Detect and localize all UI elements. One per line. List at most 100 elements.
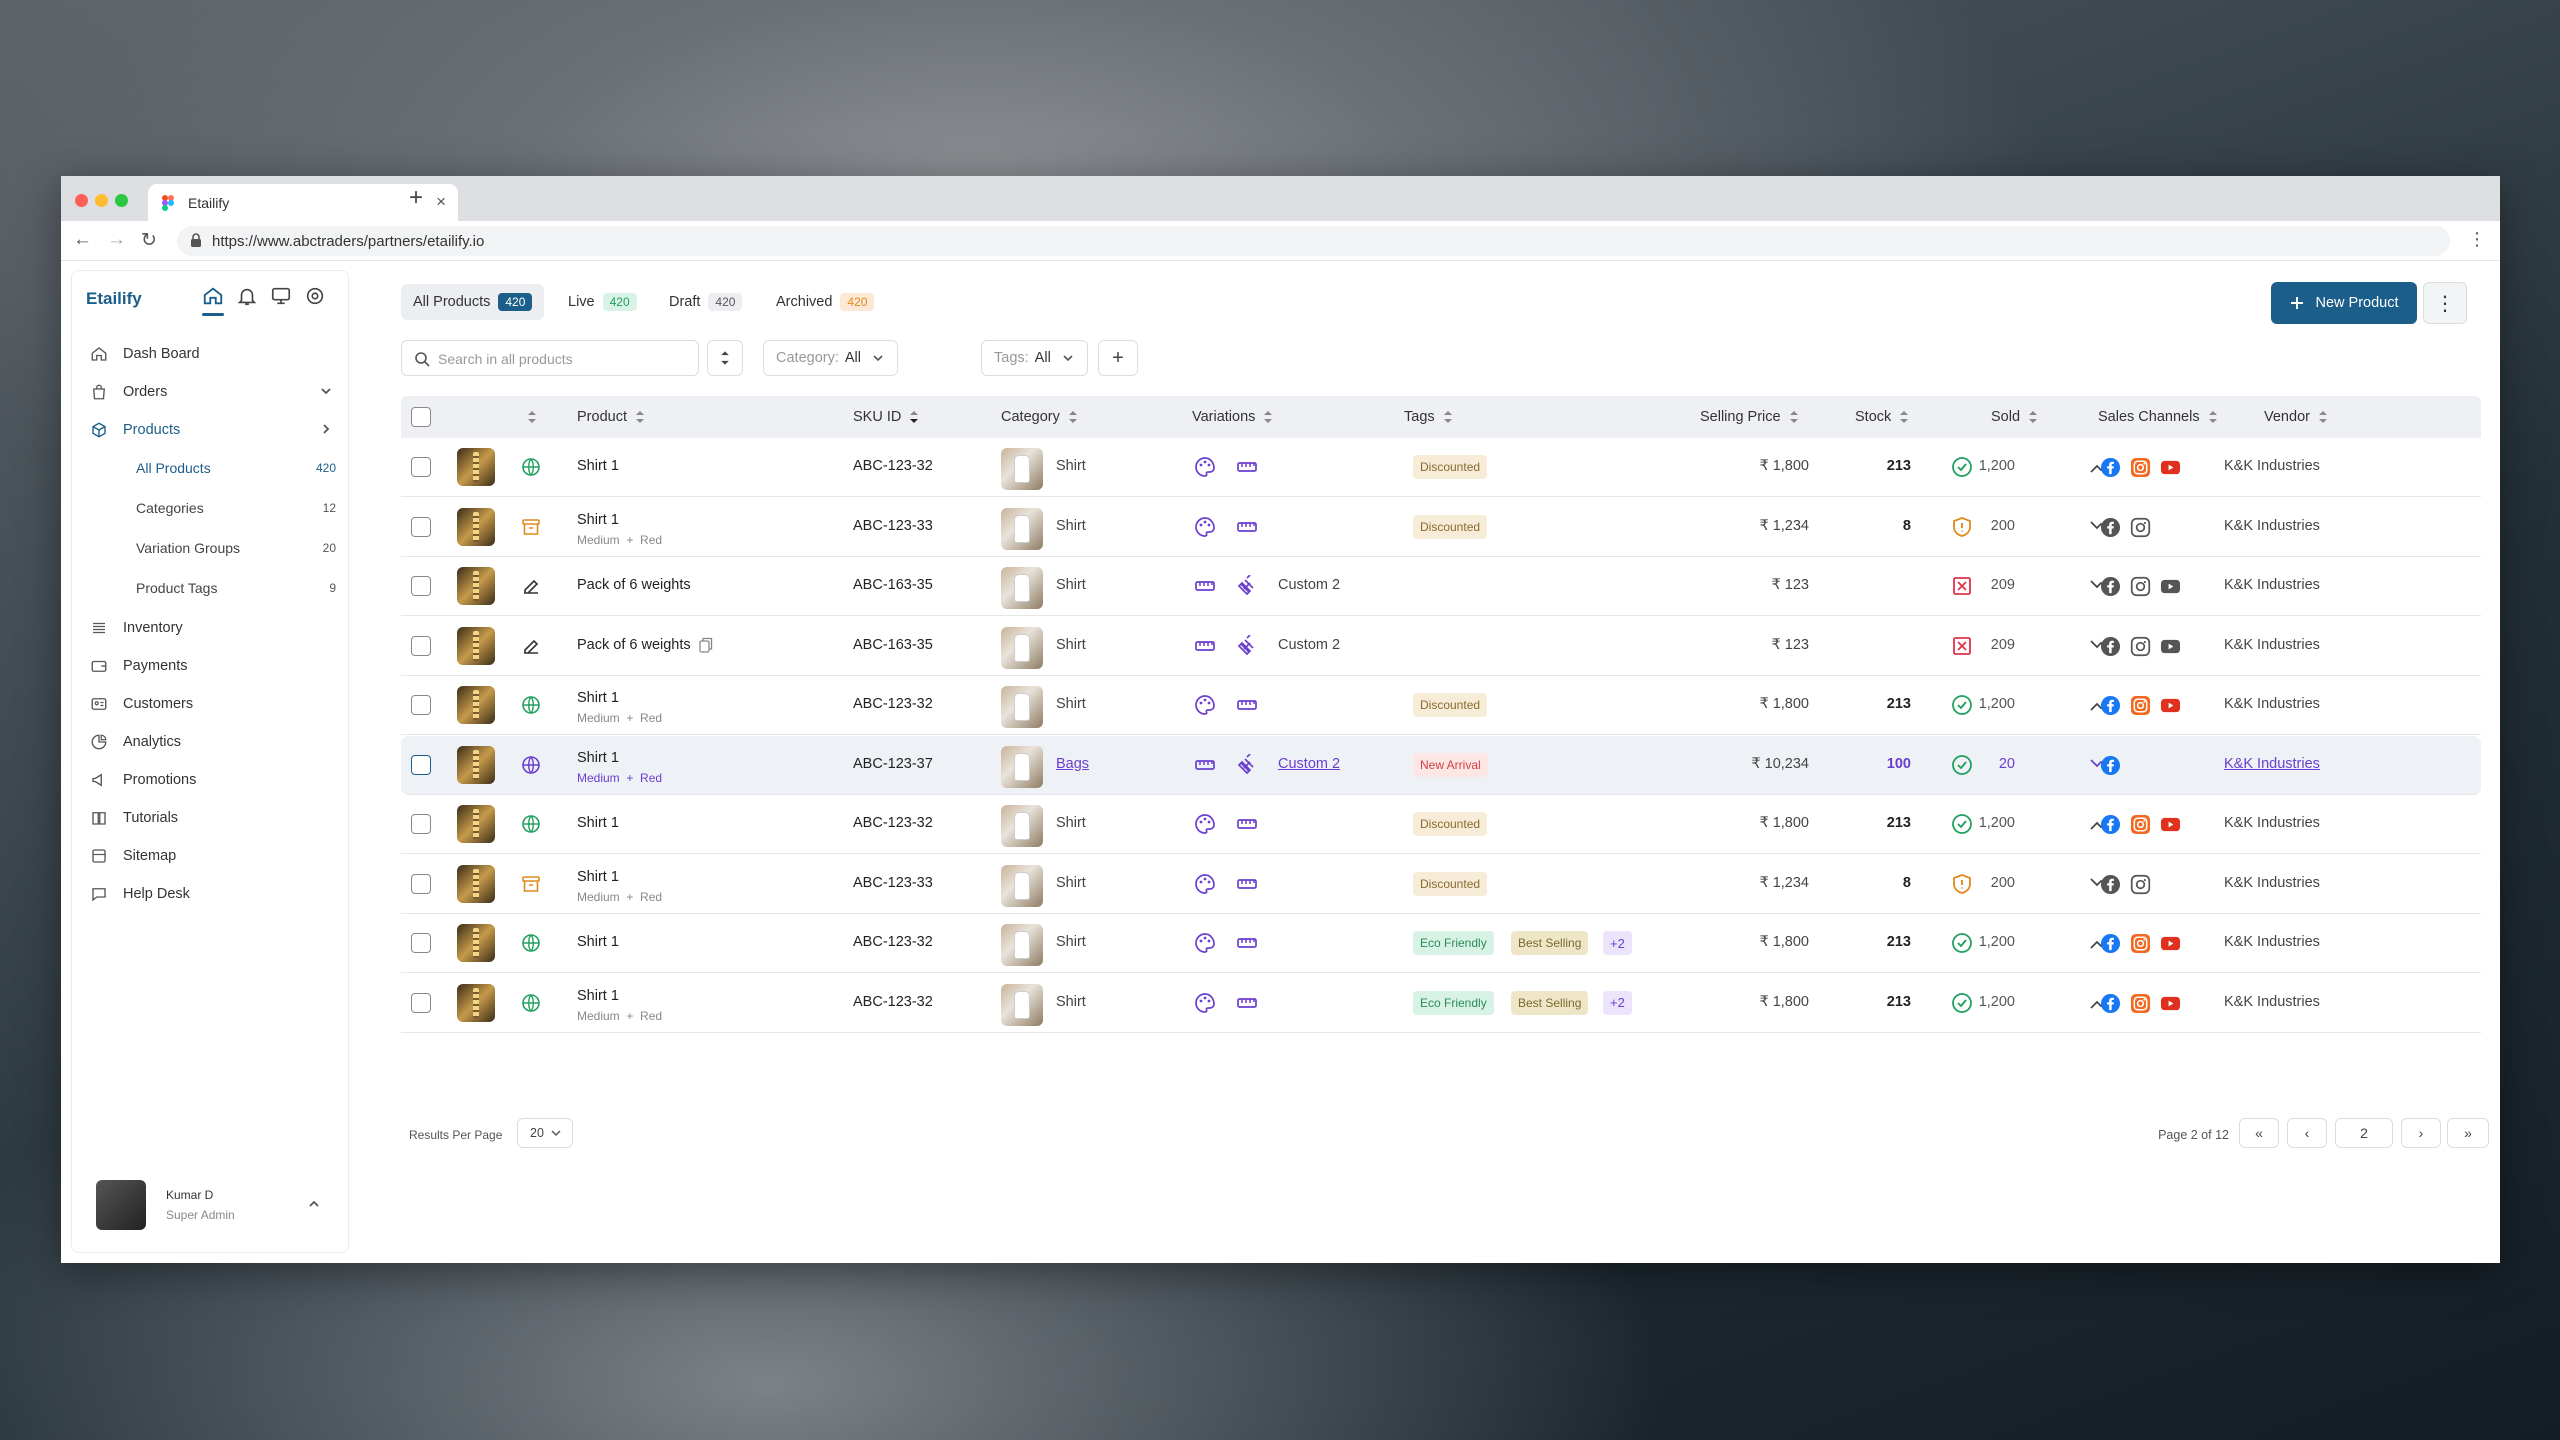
next-page-button[interactable]: › — [2401, 1118, 2441, 1148]
row-checkbox[interactable] — [411, 457, 431, 477]
maximize-window-icon[interactable] — [115, 194, 128, 207]
sidebar-item-customers[interactable]: Customers — [90, 689, 334, 719]
table-row[interactable]: Shirt 1 Medium + Red ABC-123-32 Shirt Discou… — [401, 676, 2481, 735]
row-checkbox[interactable] — [411, 992, 431, 1013]
sidebar-item-inventory[interactable]: Inventory — [90, 613, 334, 643]
current-page-field[interactable]: 2 — [2335, 1118, 2393, 1148]
more-options-button[interactable]: ⋮ — [2423, 282, 2467, 324]
col-variations[interactable]: Variations — [1192, 409, 1273, 425]
product-name[interactable]: Shirt 1 — [577, 458, 619, 474]
table-row[interactable]: Shirt 1 Medium + Red ABC-123-33 Shirt Discou… — [401, 498, 2481, 557]
col-tags[interactable]: Tags — [1404, 409, 1453, 425]
search-input[interactable] — [438, 347, 688, 371]
table-row[interactable]: Shirt 1 ABC-123-32 Shirt Discounted ₹ 1,800 2… — [401, 438, 2481, 497]
sidebar-subitem-product-tags[interactable]: Product Tags 9 — [136, 575, 336, 601]
select-all-checkbox[interactable] — [411, 407, 431, 427]
table-row[interactable]: Shirt 1 ABC-123-32 Shirt Discounted ₹ 1,800 2… — [401, 795, 2481, 854]
monitor-icon[interactable] — [270, 285, 292, 307]
settings-icon[interactable] — [304, 285, 326, 307]
browser-menu-icon[interactable]: ⋮ — [2468, 229, 2486, 250]
reload-icon[interactable]: ↻ — [141, 229, 157, 252]
sort-button[interactable] — [707, 340, 743, 376]
row-checkbox[interactable] — [411, 516, 431, 537]
sidebar-item-analytics[interactable]: Analytics — [90, 727, 334, 757]
url-field[interactable]: https://www.abctraders/partners/etailify… — [177, 226, 2450, 256]
product-name[interactable]: Shirt 1 — [577, 988, 619, 1004]
product-name[interactable]: Shirt 1 — [577, 512, 619, 528]
last-page-button[interactable]: » — [2447, 1118, 2489, 1148]
sidebar-subitem-categories[interactable]: Categories 12 — [136, 495, 336, 521]
user-profile[interactable]: Kumar D Super Admin — [82, 1178, 338, 1238]
sidebar-item-orders[interactable]: Orders — [90, 377, 334, 407]
product-name[interactable]: Pack of 6 weights — [577, 577, 691, 593]
table-row[interactable]: Pack of 6 weights ABC-163-35 Shirt Custom 2… — [401, 617, 2481, 676]
col-vendor[interactable]: Vendor — [2264, 409, 2328, 425]
product-name[interactable]: Pack of 6 weights — [577, 637, 713, 653]
row-checkbox[interactable] — [411, 933, 431, 953]
close-window-icon[interactable] — [75, 194, 88, 207]
product-name[interactable]: Shirt 1 — [577, 750, 619, 766]
sidebar-subitem-all-products[interactable]: All Products 420 — [136, 455, 336, 481]
col-sku[interactable]: SKU ID — [853, 409, 919, 425]
row-checkbox[interactable] — [411, 754, 431, 775]
table-row[interactable]: Shirt 1 Medium + Red ABC-123-37 Bags Custom … — [401, 735, 2481, 795]
new-product-button[interactable]: New Product — [2271, 282, 2417, 324]
row-checkbox[interactable] — [411, 635, 431, 656]
first-page-button[interactable]: « — [2239, 1118, 2279, 1148]
add-filter-button[interactable]: + — [1098, 340, 1138, 376]
variation-group[interactable]: Custom 2 — [1278, 756, 1340, 772]
tab-live[interactable]: Live 420 — [556, 284, 649, 320]
results-per-page-select[interactable]: 20 — [517, 1118, 573, 1148]
tab-archived[interactable]: Archived 420 — [764, 284, 886, 320]
col-sales-channels[interactable]: Sales Channels — [2098, 409, 2218, 425]
selling-price: ₹ 1,800 — [1759, 696, 1809, 712]
product-name[interactable]: Shirt 1 — [577, 869, 619, 885]
sidebar-item-promotions[interactable]: Promotions — [90, 765, 334, 795]
col-sold[interactable]: Sold — [1991, 409, 2038, 425]
home-icon[interactable] — [202, 285, 224, 307]
copy-icon[interactable] — [699, 637, 713, 653]
tag-badge: +2 — [1603, 990, 1632, 1015]
sidebar-item-payments[interactable]: Payments — [90, 651, 334, 681]
tags-filter[interactable]: Tags: All — [981, 340, 1088, 376]
tab-all-products[interactable]: All Products 420 — [401, 284, 545, 320]
category-name[interactable]: Bags — [1056, 756, 1089, 772]
col-stock[interactable]: Stock — [1855, 409, 1909, 425]
product-name[interactable]: Shirt 1 — [577, 815, 619, 831]
row-checkbox[interactable] — [411, 873, 431, 894]
sidebar-item-tutorials[interactable]: Tutorials — [90, 803, 334, 833]
product-name[interactable]: Shirt 1 — [577, 934, 619, 950]
row-checkbox[interactable] — [411, 576, 431, 596]
sort-icon[interactable] — [527, 410, 537, 424]
out-of-stock-icon — [1951, 575, 1973, 597]
row-checkbox[interactable] — [411, 814, 431, 834]
col-category[interactable]: Category — [1001, 409, 1078, 425]
minimize-window-icon[interactable] — [95, 194, 108, 207]
sidebar-item-help-desk[interactable]: Help Desk — [90, 879, 334, 909]
table-row[interactable]: Shirt 1 ABC-123-32 Shirt Eco Friendly Best S… — [401, 914, 2481, 973]
sidebar-item-dashboard[interactable]: Dash Board — [90, 339, 334, 369]
vendor-name[interactable]: K&K Industries — [2224, 756, 2320, 772]
back-icon[interactable]: ← — [73, 229, 92, 251]
sidebar-item-products[interactable]: Products — [90, 415, 334, 445]
prev-page-button[interactable]: ‹ — [2287, 1118, 2327, 1148]
col-product[interactable]: Product — [577, 409, 645, 425]
close-tab-icon[interactable]: × — [436, 192, 446, 212]
table-row[interactable]: Pack of 6 weights ABC-163-35 Shirt Custom 2… — [401, 557, 2481, 616]
chat-icon — [92, 888, 106, 902]
table-row[interactable]: Shirt 1 Medium + Red ABC-123-32 Shirt Eco Fr… — [401, 974, 2481, 1033]
new-tab-icon[interactable]: + — [409, 184, 423, 212]
forward-icon[interactable]: → — [107, 229, 126, 251]
chevron-up-icon[interactable] — [306, 1196, 322, 1212]
sidebar-item-sitemap[interactable]: Sitemap — [90, 841, 334, 871]
product-name[interactable]: Shirt 1 — [577, 690, 619, 706]
col-label: Selling Price — [1700, 409, 1781, 425]
bell-icon[interactable] — [236, 285, 258, 307]
row-checkbox[interactable] — [411, 695, 431, 715]
sidebar-subitem-variation-groups[interactable]: Variation Groups 20 — [136, 535, 336, 561]
category-thumbnail — [1001, 567, 1043, 609]
category-filter[interactable]: Category: All — [763, 340, 898, 376]
col-selling-price[interactable]: Selling Price — [1700, 409, 1799, 425]
tab-draft[interactable]: Draft 420 — [657, 284, 754, 320]
table-row[interactable]: Shirt 1 Medium + Red ABC-123-33 Shirt Discou… — [401, 855, 2481, 914]
